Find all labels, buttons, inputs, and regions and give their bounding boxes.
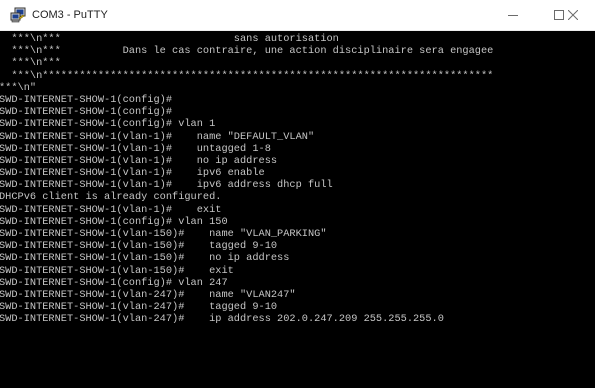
terminal-line: SWD-INTERNET-SHOW-1(config)# vlan 150 — [0, 215, 228, 228]
terminal-line: ***\n*** Dans le cas contraire, une acti… — [0, 45, 494, 58]
terminal-line: ***\n*** — [0, 57, 61, 70]
maximize-icon — [554, 10, 564, 20]
close-button[interactable] — [568, 0, 595, 30]
terminal-area[interactable]: ***\n*** sans autorisation ***\n*** Dans… — [0, 31, 595, 388]
terminal-line: SWD-INTERNET-SHOW-1(vlan-150)# tagged 9-… — [0, 240, 278, 253]
terminal-line: ***\n" — [0, 81, 37, 94]
terminal-line: SWD-INTERNET-SHOW-1(config)# vlan 1 — [0, 118, 216, 131]
terminal-line: SWD-INTERNET-SHOW-1(config)# vlan 247 — [0, 276, 228, 289]
minimize-icon — [508, 15, 518, 16]
terminal-line: SWD-INTERNET-SHOW-1(vlan-247)# tagged 9-… — [0, 301, 278, 314]
terminal-line: SWD-INTERNET-SHOW-1(vlan-1)# name "DEFAU… — [0, 130, 315, 143]
terminal-line: SWD-INTERNET-SHOW-1(vlan-1)# ipv6 addres… — [0, 179, 333, 192]
terminal-line: SWD-INTERNET-SHOW-1(vlan-150)# exit — [0, 264, 234, 277]
terminal-line: SWD-INTERNET-SHOW-1(vlan-1)# ipv6 enable — [0, 167, 265, 180]
terminal-line: SWD-INTERNET-SHOW-1(config)# — [0, 93, 173, 106]
minimize-button[interactable] — [490, 0, 536, 30]
close-icon — [568, 10, 578, 20]
putty-computer-icon[interactable] — [10, 7, 27, 23]
terminal-line: ***\n*** sans autorisation — [0, 33, 339, 45]
terminal-line: SWD-INTERNET-SHOW-1(config)# — [0, 106, 173, 119]
terminal-line: SWD-INTERNET-SHOW-1(vlan-247)# name "VLA… — [0, 288, 296, 301]
terminal-line: SWD-INTERNET-SHOW-1(vlan-1)# untagged 1-… — [0, 142, 271, 155]
title-bar[interactable]: COM3 - PuTTY — [0, 0, 595, 31]
window-title: COM3 - PuTTY — [32, 9, 108, 21]
terminal-line: SWD-INTERNET-SHOW-1(vlan-247)# ip addres… — [0, 313, 444, 326]
terminal-line: SWD-INTERNET-SHOW-1(vlan-1)# exit — [0, 203, 222, 216]
terminal-output: ***\n*** sans autorisation ***\n*** Dans… — [0, 33, 493, 326]
terminal-line: SWD-INTERNET-SHOW-1(vlan-150)# name "VLA… — [0, 228, 327, 240]
terminal-line: SWD-INTERNET-SHOW-1(vlan-1)# no ip addre… — [0, 154, 278, 167]
putty-window: COM3 - PuTTY ***\n*** sans autorisation — [0, 0, 595, 388]
terminal-line: DHCPv6 client is already configured. — [0, 191, 222, 204]
terminal-line: ***\n***********************************… — [0, 69, 494, 82]
terminal-line: SWD-INTERNET-SHOW-1(vlan-150)# no ip add… — [0, 252, 290, 265]
